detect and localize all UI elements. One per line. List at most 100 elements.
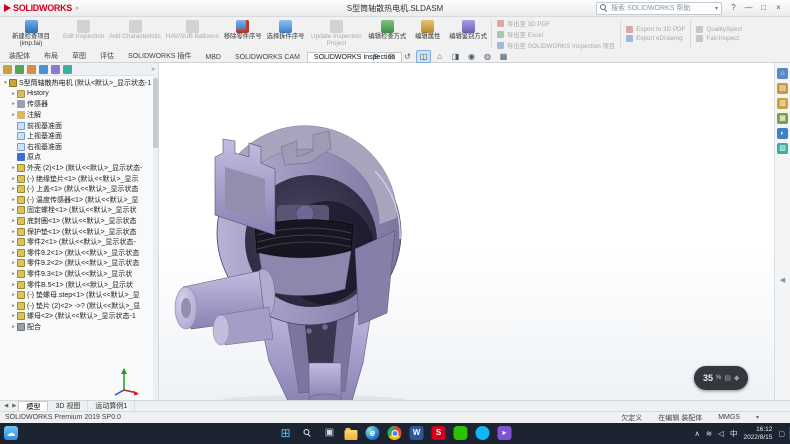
expand-arrow-icon[interactable]: ▸	[10, 207, 17, 213]
view-palette-icon[interactable]: ▦	[777, 113, 788, 124]
export-inspection-project-button[interactable]: 导出至 SOLIDWORKS Inspection 项目	[497, 41, 615, 50]
graphics-viewport[interactable]	[159, 63, 774, 400]
menu-expand-icon[interactable]: »	[75, 5, 79, 12]
chrome-browser-icon[interactable]	[388, 426, 402, 440]
previous-view-icon[interactable]: ↺	[400, 50, 415, 63]
propertymanager-tab-icon[interactable]	[15, 65, 24, 74]
view-orientation-icon[interactable]: ⌂	[432, 50, 447, 63]
tree-item-component[interactable]: ▸ (-) 温度传感器<1> (默认<<默认>_显	[10, 195, 152, 206]
design-library-icon[interactable]: ▤	[777, 83, 788, 94]
network-icon[interactable]: ≋	[706, 429, 712, 438]
edit-appearance-icon[interactable]: ◍	[480, 50, 495, 63]
balloons-button[interactable]: HAV/SUB Balloons	[164, 18, 221, 50]
close-button[interactable]: ×	[771, 1, 786, 15]
export-to-3dpdf-button[interactable]: Export to 3D PDF	[626, 26, 685, 33]
expand-arrow-icon[interactable]: ▸	[10, 303, 17, 309]
minimize-button[interactable]: —	[741, 1, 756, 15]
dimxpertmanager-tab-icon[interactable]	[39, 65, 48, 74]
section-view-icon[interactable]: ◫	[416, 50, 431, 63]
export-excel-button[interactable]: 导出至 Excel	[497, 30, 615, 39]
tab-addins[interactable]: SOLIDWORKS 插件	[121, 49, 198, 62]
tree-item-component[interactable]: ▸ 螺母<2> (默认<<默认>_显示状态-1	[10, 311, 152, 322]
qq-app-icon[interactable]	[476, 426, 490, 440]
custom-properties-icon[interactable]: ▧	[777, 143, 788, 154]
performance-overlay-badge[interactable]: 35 % ▤ ◆	[694, 366, 748, 390]
file-explorer-pane-icon[interactable]: ▥	[777, 98, 788, 109]
tree-item-component[interactable]: ▸ 固定螺栓<1> (默认<<默认>_显示状	[10, 205, 152, 216]
word-app-icon[interactable]: W	[410, 426, 424, 440]
overlay-icon-1[interactable]: ▤	[724, 374, 731, 382]
edge-browser-icon[interactable]: e	[366, 426, 380, 440]
clock[interactable]: 16:12 2022/8/15	[743, 426, 772, 441]
expand-arrow-icon[interactable]: ▾	[2, 80, 9, 86]
edit-inspection-button[interactable]: Edit Inspection	[61, 18, 106, 50]
tree-item-component[interactable]: ▸ (-) 垫片 (2)<2> ->? (默认<<默认>_显	[10, 300, 152, 311]
taskbar-search-icon[interactable]	[301, 426, 315, 440]
zoom-area-icon[interactable]: ⊡	[384, 50, 399, 63]
search-caret-icon[interactable]: ▾	[715, 5, 718, 12]
tree-item-component[interactable]: ▸ (-) 垫螺母.step<1> (默认<<默认>_显	[10, 290, 152, 301]
volume-icon[interactable]: ◁	[718, 429, 724, 438]
tab-3d-views[interactable]: 3D 视图	[48, 401, 88, 411]
widgets-icon[interactable]: ☁	[4, 426, 18, 440]
zoom-fit-icon[interactable]: ⊕	[368, 50, 383, 63]
expand-arrow-icon[interactable]: ▸	[10, 271, 17, 277]
tab-scroll-left-icon[interactable]: ◀	[2, 401, 10, 411]
units-caret-icon[interactable]: ▾	[756, 414, 759, 421]
start-button[interactable]: ⊞	[279, 426, 293, 440]
tab-sketch[interactable]: 草图	[65, 49, 93, 62]
expand-arrow-icon[interactable]: ▸	[10, 239, 17, 245]
resources-icon[interactable]: ⌂	[777, 68, 788, 79]
update-inspection-project-button[interactable]: Update Inspection Project	[307, 18, 365, 50]
hide-show-items-icon[interactable]: ◉	[464, 50, 479, 63]
tree-item-origin[interactable]: 原点	[10, 152, 152, 163]
maximize-button[interactable]: □	[756, 1, 771, 15]
tree-item-component[interactable]: ▸ (-) 绝缘垫片<1> (默认<<默认>_显示	[10, 173, 152, 184]
expand-arrow-icon[interactable]: ▸	[10, 101, 17, 107]
units-label[interactable]: MMGS	[718, 414, 740, 421]
model-geometry[interactable]	[175, 126, 409, 400]
select-balloon-button[interactable]: 选择拆件序号	[265, 18, 307, 50]
remove-balloon-button[interactable]: 移除零件序号	[222, 18, 264, 50]
tree-item-mates[interactable]: ▸ 配合	[10, 322, 152, 333]
fail-inspect-button[interactable]: Fail-Inspect	[696, 35, 742, 42]
wechat-app-icon[interactable]	[454, 426, 468, 440]
tree-item-component[interactable]: ▸ 零件9.3<1> (默认<<默认>_显示状	[10, 269, 152, 280]
overlay-icon-2[interactable]: ◆	[734, 374, 739, 382]
export-3dpdf-button[interactable]: 导出至 3D PDF	[497, 19, 615, 28]
panel-flyout-icon[interactable]: »	[151, 66, 155, 73]
expand-arrow-icon[interactable]: ▸	[10, 197, 17, 203]
new-inspection-project-button[interactable]: 新建检查项目 (imp.fai)	[2, 18, 60, 50]
expand-arrow-icon[interactable]: ▸	[10, 324, 17, 330]
tree-item-component[interactable]: ▸ (-) 上盖<1> (默认<<默认>_显示状态	[10, 184, 152, 195]
tab-cam[interactable]: SOLIDWORKS CAM	[228, 52, 307, 62]
add-characteristic-button[interactable]: Add Characteristic	[107, 18, 162, 50]
appearances-icon[interactable]: ◐	[777, 128, 788, 139]
solidworks-app-icon[interactable]: S	[432, 426, 446, 440]
tree-item-annotations[interactable]: ▸ 注解	[10, 110, 152, 121]
edit-inspection-method-button[interactable]: 编辑检查方式	[366, 18, 408, 50]
edit-properties-button[interactable]: 编辑属性	[409, 18, 446, 50]
expand-arrow-icon[interactable]: ▸	[10, 292, 17, 298]
tree-item-component[interactable]: ▸ 零件B.5<1> (默认<<默认>_显示状	[10, 279, 152, 290]
panel-scrollbar[interactable]	[153, 75, 158, 400]
tree-item-top-plane[interactable]: 上视基准面	[10, 131, 152, 142]
expand-arrow-icon[interactable]: ▸	[10, 176, 17, 182]
configurationmanager-tab-icon[interactable]	[27, 65, 36, 74]
tab-evaluate[interactable]: 评估	[93, 49, 121, 62]
tree-item-right-plane[interactable]: 右视基准面	[10, 142, 152, 153]
notification-center-icon[interactable]: ▢	[778, 430, 785, 438]
featuremanager-tab-icon[interactable]	[3, 65, 12, 74]
export-edrawing-button[interactable]: Export eDrawing	[626, 35, 685, 42]
display-style-icon[interactable]: ◨	[448, 50, 463, 63]
tab-scroll-right-icon[interactable]: ▶	[10, 401, 18, 411]
input-language-indicator[interactable]: 中	[730, 428, 738, 439]
tab-model[interactable]: 模型	[18, 401, 48, 411]
tab-assembly[interactable]: 装配体	[2, 49, 37, 62]
help-search-input[interactable]: 搜索 SOLIDWORKS 帮助 ▾	[596, 2, 722, 15]
tree-item-component[interactable]: ▸ 零件9.2<1> (默认<<默认>_显示状态	[10, 248, 152, 259]
expand-arrow-icon[interactable]: ▸	[10, 112, 17, 118]
cad-model-motor-cutaway[interactable]	[159, 63, 774, 400]
solidworks-logo[interactable]: SOLIDWORKS	[4, 3, 72, 13]
tab-mbd[interactable]: MBD	[198, 52, 228, 62]
